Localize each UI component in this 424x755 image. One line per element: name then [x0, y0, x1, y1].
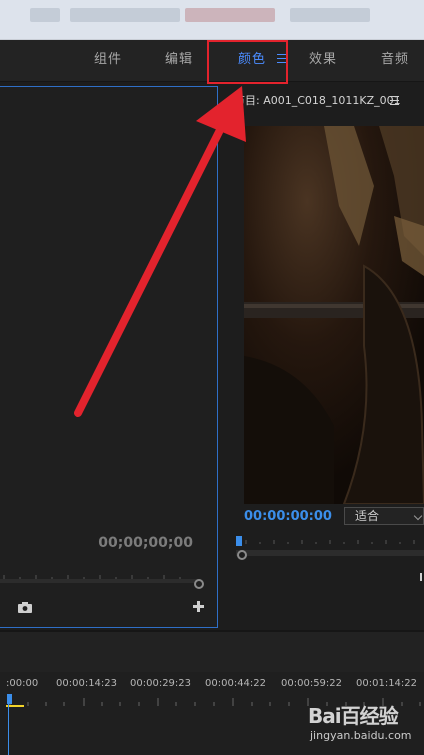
timeline-header	[0, 632, 424, 672]
fit-select-value: 适合	[355, 509, 380, 523]
program-monitor-panel: 节目: A001_C018_1011KZ_001 00:00:00:00 适合	[220, 86, 424, 628]
source-monitor-panel: 00;00;00;00	[0, 86, 218, 628]
program-playhead[interactable]	[236, 536, 242, 546]
timeline-timecode: 00:00:29:23	[130, 678, 192, 689]
timeline-timecode: 00:00:59:22	[281, 678, 343, 689]
program-video-frame	[244, 126, 424, 504]
hamburger-menu-icon[interactable]	[390, 96, 399, 105]
chevron-down-icon	[413, 511, 423, 521]
program-panel-title[interactable]: 节目: A001_C018_1011KZ_001	[234, 92, 401, 108]
program-scrub-knob[interactable]	[237, 550, 247, 560]
tab-effects[interactable]: 效果	[309, 40, 337, 82]
timeline-playhead[interactable]	[7, 694, 12, 704]
timeline-timecode: 00:01:14:22	[356, 678, 418, 689]
source-scrub-track[interactable]	[0, 579, 200, 583]
annotation-highlight-box	[207, 40, 288, 84]
tab-audio[interactable]: 音频	[381, 40, 409, 82]
watermark-url: jingyan.baidu.com	[310, 729, 412, 742]
source-scrub-knob[interactable]	[194, 579, 204, 589]
program-timecode[interactable]: 00:00:00:00	[244, 509, 332, 524]
timeline-playhead-line	[8, 704, 9, 755]
tab-assembly[interactable]: 组件	[94, 40, 122, 82]
tab-editing[interactable]: 编辑	[165, 40, 193, 82]
browser-chrome-strip	[0, 0, 424, 40]
source-timecode[interactable]: 00;00;00;00	[98, 535, 193, 551]
fit-select[interactable]: 适合	[344, 507, 424, 525]
watermark-logo: Bai百经验	[308, 704, 399, 728]
timeline-timecode: 00:00:44:22	[205, 678, 267, 689]
timeline-timecode: 00:00:14:23	[56, 678, 118, 689]
program-scrub-track[interactable]	[236, 550, 424, 556]
program-edge-marker	[420, 573, 422, 581]
timeline-timecode: :00:00	[6, 678, 39, 689]
baidu-jingyan-watermark: Bai百经验 jingyan.baidu.com	[306, 698, 424, 755]
plus-icon[interactable]	[193, 601, 204, 612]
program-ruler[interactable]	[236, 534, 424, 546]
camera-icon[interactable]	[18, 602, 32, 613]
